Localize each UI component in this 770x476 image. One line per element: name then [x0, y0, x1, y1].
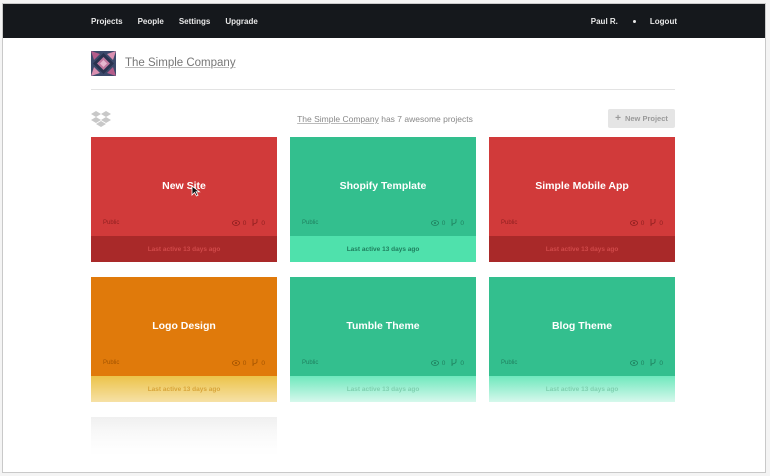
project-stats: 0 0 — [430, 359, 464, 368]
fork-count: 0 — [261, 220, 265, 227]
eye-icon — [430, 359, 439, 368]
project-card[interactable]: Logo Design Public 0 0 Last active 13 da… — [91, 277, 277, 402]
project-stats: 0 0 — [231, 359, 265, 368]
project-stats: 0 0 — [430, 219, 464, 228]
top-nav-bar: Projects People Settings Upgrade Paul R.… — [3, 4, 765, 38]
project-visibility: Public — [302, 220, 319, 226]
project-card[interactable]: Tumble Theme Public 0 0 Last active 13 d… — [290, 277, 476, 402]
project-card-body: Simple Mobile App Public 0 0 — [489, 137, 675, 236]
project-last-active: Last active 13 days ago — [489, 376, 675, 402]
fork-count: 0 — [460, 360, 464, 367]
project-title: Logo Design — [152, 320, 216, 332]
header-divider — [91, 89, 675, 90]
company-logo-icon[interactable] — [91, 50, 116, 76]
user-name[interactable]: Paul R. — [591, 17, 618, 26]
summary-company-link[interactable]: The Simple Company — [297, 114, 379, 124]
project-card[interactable]: New Site Public 0 0 Last active 13 days … — [91, 137, 277, 262]
project-visibility: Public — [501, 220, 518, 226]
project-stats: 0 0 — [629, 359, 663, 368]
nav-settings[interactable]: Settings — [179, 17, 211, 26]
fork-icon — [451, 359, 457, 368]
project-card-placeholder[interactable] — [91, 417, 277, 457]
nav-upgrade[interactable]: Upgrade — [225, 17, 257, 26]
project-stats: 0 0 — [231, 219, 265, 228]
project-last-active: Last active 13 days ago — [489, 236, 675, 262]
fork-icon — [650, 359, 656, 368]
fork-icon — [252, 359, 258, 368]
project-visibility: Public — [103, 220, 120, 226]
view-count: 0 — [441, 360, 446, 367]
eye-icon — [231, 219, 240, 228]
project-visibility: Public — [302, 360, 319, 366]
project-title: Tumble Theme — [346, 320, 420, 332]
fork-icon — [451, 219, 457, 228]
new-project-button[interactable]: + New Project — [608, 109, 675, 128]
project-last-active: Last active 13 days ago — [290, 376, 476, 402]
view-count: 0 — [640, 360, 645, 367]
view-count: 0 — [242, 220, 247, 227]
project-card-body: Logo Design Public 0 0 — [91, 277, 277, 376]
view-count: 0 — [242, 360, 247, 367]
separator-dot — [632, 19, 636, 23]
eye-icon — [629, 219, 638, 228]
project-title: Simple Mobile App — [535, 180, 629, 192]
eye-icon — [629, 359, 638, 368]
project-visibility: Public — [103, 360, 120, 366]
project-last-active: Last active 13 days ago — [290, 236, 476, 262]
view-count: 0 — [441, 220, 446, 227]
project-last-active: Last active 13 days ago — [91, 236, 277, 262]
fork-count: 0 — [261, 360, 265, 367]
nav-projects[interactable]: Projects — [91, 17, 123, 26]
project-card-body: New Site Public 0 0 — [91, 137, 277, 236]
fork-count: 0 — [659, 220, 663, 227]
eye-icon — [430, 219, 439, 228]
project-title: Blog Theme — [551, 320, 613, 332]
eye-icon — [231, 359, 240, 368]
fork-count: 0 — [460, 220, 464, 227]
main-nav: Projects People Settings Upgrade — [91, 4, 273, 38]
project-card[interactable]: Blog Theme Public 0 0 Last active 13 day… — [489, 277, 675, 402]
company-header: The Simple Company — [91, 50, 236, 76]
project-card-body: Blog Theme Public 0 0 — [489, 277, 675, 376]
fork-count: 0 — [659, 360, 663, 367]
new-project-label: New Project — [624, 114, 668, 123]
fork-icon — [650, 219, 656, 228]
project-title: Shopify Template — [339, 180, 427, 192]
project-card[interactable]: Simple Mobile App Public 0 0 Last active… — [489, 137, 675, 262]
company-name-link[interactable]: The Simple Company — [125, 57, 236, 69]
mouse-pointer-icon — [191, 184, 201, 197]
project-card-body: Shopify Template Public 0 0 — [290, 137, 476, 236]
project-last-active: Last active 13 days ago — [91, 376, 277, 402]
user-nav: Paul R. Logout — [591, 4, 677, 38]
summary-text: has 7 awesome projects — [381, 114, 473, 124]
view-count: 0 — [640, 220, 645, 227]
nav-people[interactable]: People — [138, 17, 164, 26]
app-window: Projects People Settings Upgrade Paul R.… — [2, 3, 766, 473]
project-card-body: Tumble Theme Public 0 0 — [290, 277, 476, 376]
project-title: New Site — [162, 180, 206, 192]
fork-icon — [252, 219, 258, 228]
project-visibility: Public — [501, 360, 518, 366]
plus-icon: + — [615, 113, 621, 124]
project-stats: 0 0 — [629, 219, 663, 228]
logout-link[interactable]: Logout — [650, 17, 677, 26]
project-card[interactable]: Shopify Template Public 0 0 Last active … — [290, 137, 476, 262]
